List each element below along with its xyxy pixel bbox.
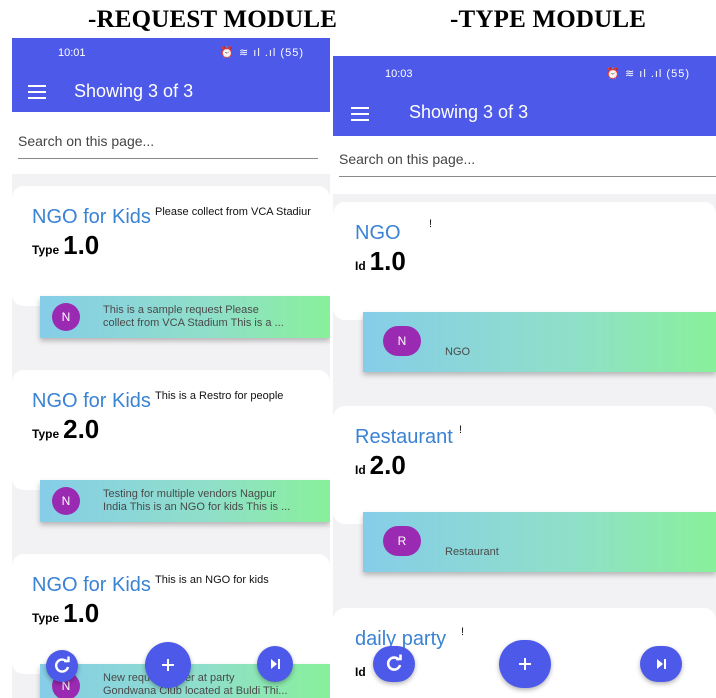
refresh-button[interactable] (46, 650, 78, 682)
refresh-icon (55, 656, 70, 673)
request-description: This is a Restro for people (155, 390, 284, 402)
menu-icon[interactable] (28, 85, 46, 99)
type-detail-bar[interactable]: R Restaurant (363, 512, 716, 572)
status-time: 10:01 (58, 47, 86, 59)
request-card[interactable]: NGO for Kids Please collect from VCA Sta… (12, 186, 330, 306)
type-name: NGO (355, 222, 401, 244)
avatar: R (383, 526, 421, 556)
avatar: N (383, 326, 421, 356)
type-value: 1.0 (63, 230, 100, 260)
type-name: Restaurant (355, 426, 453, 448)
type-label: Type (32, 243, 60, 257)
type-mark: ! (459, 424, 463, 436)
search-bar: Search on this page... (333, 136, 716, 194)
search-input[interactable]: Search on this page... (18, 133, 154, 149)
screenshot-root: -REQUEST MODULE -TYPE MODULE 10:01 ⏰ ≋ ı… (0, 0, 716, 698)
type-label: Type (32, 427, 60, 441)
menu-icon[interactable] (351, 107, 369, 121)
request-detail-text: Testing for multiple vendors Nagpur India… (103, 488, 291, 513)
plus-icon (519, 658, 531, 670)
app-bar: Showing 3 of 3 (333, 90, 716, 136)
status-time: 10:03 (385, 68, 413, 80)
status-bar: 10:01 ⏰ ≋ ıl .ıl (55) (12, 38, 330, 68)
request-type-row: Type 2.0 (32, 414, 99, 445)
type-detail-text: Restaurant (445, 546, 499, 558)
type-card[interactable]: NGO ! Id 1.0 (333, 202, 716, 320)
type-value: 1.0 (63, 598, 100, 628)
plus-icon (162, 659, 174, 671)
search-bar: Search on this page... (12, 112, 330, 174)
request-detail-bar[interactable]: N This is a sample request Please collect… (40, 296, 330, 338)
id-label: Id (355, 463, 366, 477)
request-name: NGO for Kids (32, 574, 151, 596)
status-icons: ⏰ ≋ ıl .ıl (55) (606, 68, 690, 80)
app-bar: Showing 3 of 3 (12, 68, 330, 112)
type-id-row: Id 2.0 (355, 450, 406, 481)
type-mark: ! (429, 218, 433, 230)
type-module-heading: -TYPE MODULE (450, 6, 647, 33)
id-label: Id (355, 259, 366, 273)
app-bar-title: Showing 3 of 3 (409, 102, 529, 122)
search-input[interactable]: Search on this page... (339, 151, 475, 167)
request-name: NGO for Kids (32, 206, 151, 228)
avatar: N (52, 303, 80, 331)
request-module-heading: -REQUEST MODULE (88, 6, 338, 33)
id-value: 2.0 (369, 450, 406, 480)
search-underline (18, 158, 318, 159)
skip-next-icon (271, 659, 280, 669)
status-bar: 10:03 ⏰ ≋ ıl .ıl (55) (333, 56, 716, 90)
request-detail-bar[interactable]: N Testing for multiple vendors Nagpur Ind… (40, 480, 330, 522)
request-card[interactable]: NGO for Kids This is a Restro for people… (12, 370, 330, 490)
type-detail-text: NGO (445, 346, 471, 358)
type-mark: ! (461, 626, 465, 638)
refresh-button[interactable] (373, 646, 415, 682)
request-module-phone: 10:01 ⏰ ≋ ıl .ıl (55) Showing 3 of 3 Sea… (12, 38, 330, 698)
request-name: NGO for Kids (32, 390, 151, 412)
search-underline (339, 176, 716, 177)
id-label: Id (355, 665, 366, 679)
request-description: This is an NGO for kids (155, 574, 269, 586)
next-page-button[interactable] (640, 646, 682, 682)
type-label: Type (32, 611, 60, 625)
id-value: 1.0 (369, 246, 406, 276)
request-description: Please collect from VCA Stadiur (155, 206, 311, 218)
add-button[interactable] (145, 642, 191, 688)
skip-next-icon (657, 659, 666, 669)
app-bar-title: Showing 3 of 3 (74, 81, 194, 101)
avatar: N (52, 487, 80, 515)
request-detail-text: This is a sample request Please collect f… (103, 304, 284, 329)
status-icons: ⏰ ≋ ıl .ıl (55) (220, 47, 304, 59)
type-module-phone: 10:03 ⏰ ≋ ıl .ıl (55) Showing 3 of 3 Sea… (333, 56, 716, 698)
request-type-row: Type 1.0 (32, 230, 99, 261)
next-page-button[interactable] (257, 646, 293, 682)
type-card[interactable]: Restaurant ! Id 2.0 (333, 406, 716, 524)
refresh-icon (386, 654, 402, 671)
add-button[interactable] (499, 640, 551, 688)
type-detail-bar[interactable]: N NGO (363, 312, 716, 372)
type-id-row: Id 1.0 (355, 246, 406, 277)
request-type-row: Type 1.0 (32, 598, 99, 629)
type-value: 2.0 (63, 414, 100, 444)
